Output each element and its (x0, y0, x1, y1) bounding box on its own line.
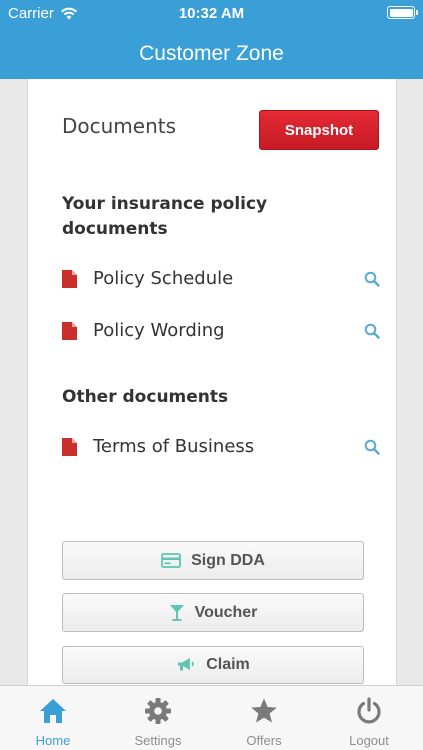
megaphone-icon (178, 658, 194, 671)
claim-label: Claim (206, 656, 250, 673)
doc-label: Terms of Business (93, 436, 255, 457)
tab-bar: Home Settings Offers Logout (0, 685, 423, 750)
page-title: Customer Zone (139, 42, 284, 65)
status-bar: Carrier 10:32 AM (0, 0, 423, 28)
battery-icon (387, 6, 418, 19)
home-icon (40, 699, 66, 723)
claim-button[interactable]: Claim (62, 646, 364, 684)
doc-row-policy-wording[interactable]: Policy Wording (62, 320, 380, 348)
pdf-file-icon (62, 438, 77, 456)
tab-logout[interactable]: Logout (316, 686, 422, 750)
tab-label: Offers (246, 733, 282, 748)
app-header: Carrier 10:32 AM Customer Zone (0, 0, 423, 79)
policy-section-title: Your insurance policy documents (62, 194, 268, 239)
status-time: 10:32 AM (178, 5, 245, 22)
tab-label: Logout (349, 733, 389, 748)
voucher-button[interactable]: Voucher (62, 593, 364, 632)
snapshot-button[interactable]: Snapshot (259, 110, 379, 150)
sign-dda-label: Sign DDA (191, 551, 265, 569)
voucher-label: Voucher (194, 603, 258, 621)
tab-home[interactable]: Home (0, 686, 106, 750)
sign-dda-button[interactable]: Sign DDA (62, 541, 364, 580)
star-icon (251, 698, 277, 723)
power-icon (357, 697, 381, 724)
tab-label: Settings (134, 733, 182, 748)
tab-offers[interactable]: Offers (211, 686, 317, 750)
other-section-title: Other documents (62, 387, 229, 407)
credit-card-icon (161, 553, 182, 568)
search-icon[interactable] (364, 323, 380, 339)
documents-card: Documents Snapshot Your insurance policy… (27, 79, 397, 685)
cocktail-glass-icon (169, 604, 184, 621)
doc-label: Policy Wording (93, 320, 225, 341)
search-icon[interactable] (364, 271, 380, 287)
doc-label: Policy Schedule (93, 268, 234, 289)
pdf-file-icon (62, 270, 77, 288)
tab-settings[interactable]: Settings (105, 686, 211, 750)
doc-row-policy-schedule[interactable]: Policy Schedule (62, 268, 380, 296)
search-icon[interactable] (364, 439, 380, 455)
tab-label: Home (35, 733, 71, 748)
documents-heading: Documents (62, 114, 177, 138)
gear-icon (145, 698, 171, 724)
doc-row-terms-of-business[interactable]: Terms of Business (62, 436, 380, 464)
pdf-file-icon (62, 322, 77, 340)
